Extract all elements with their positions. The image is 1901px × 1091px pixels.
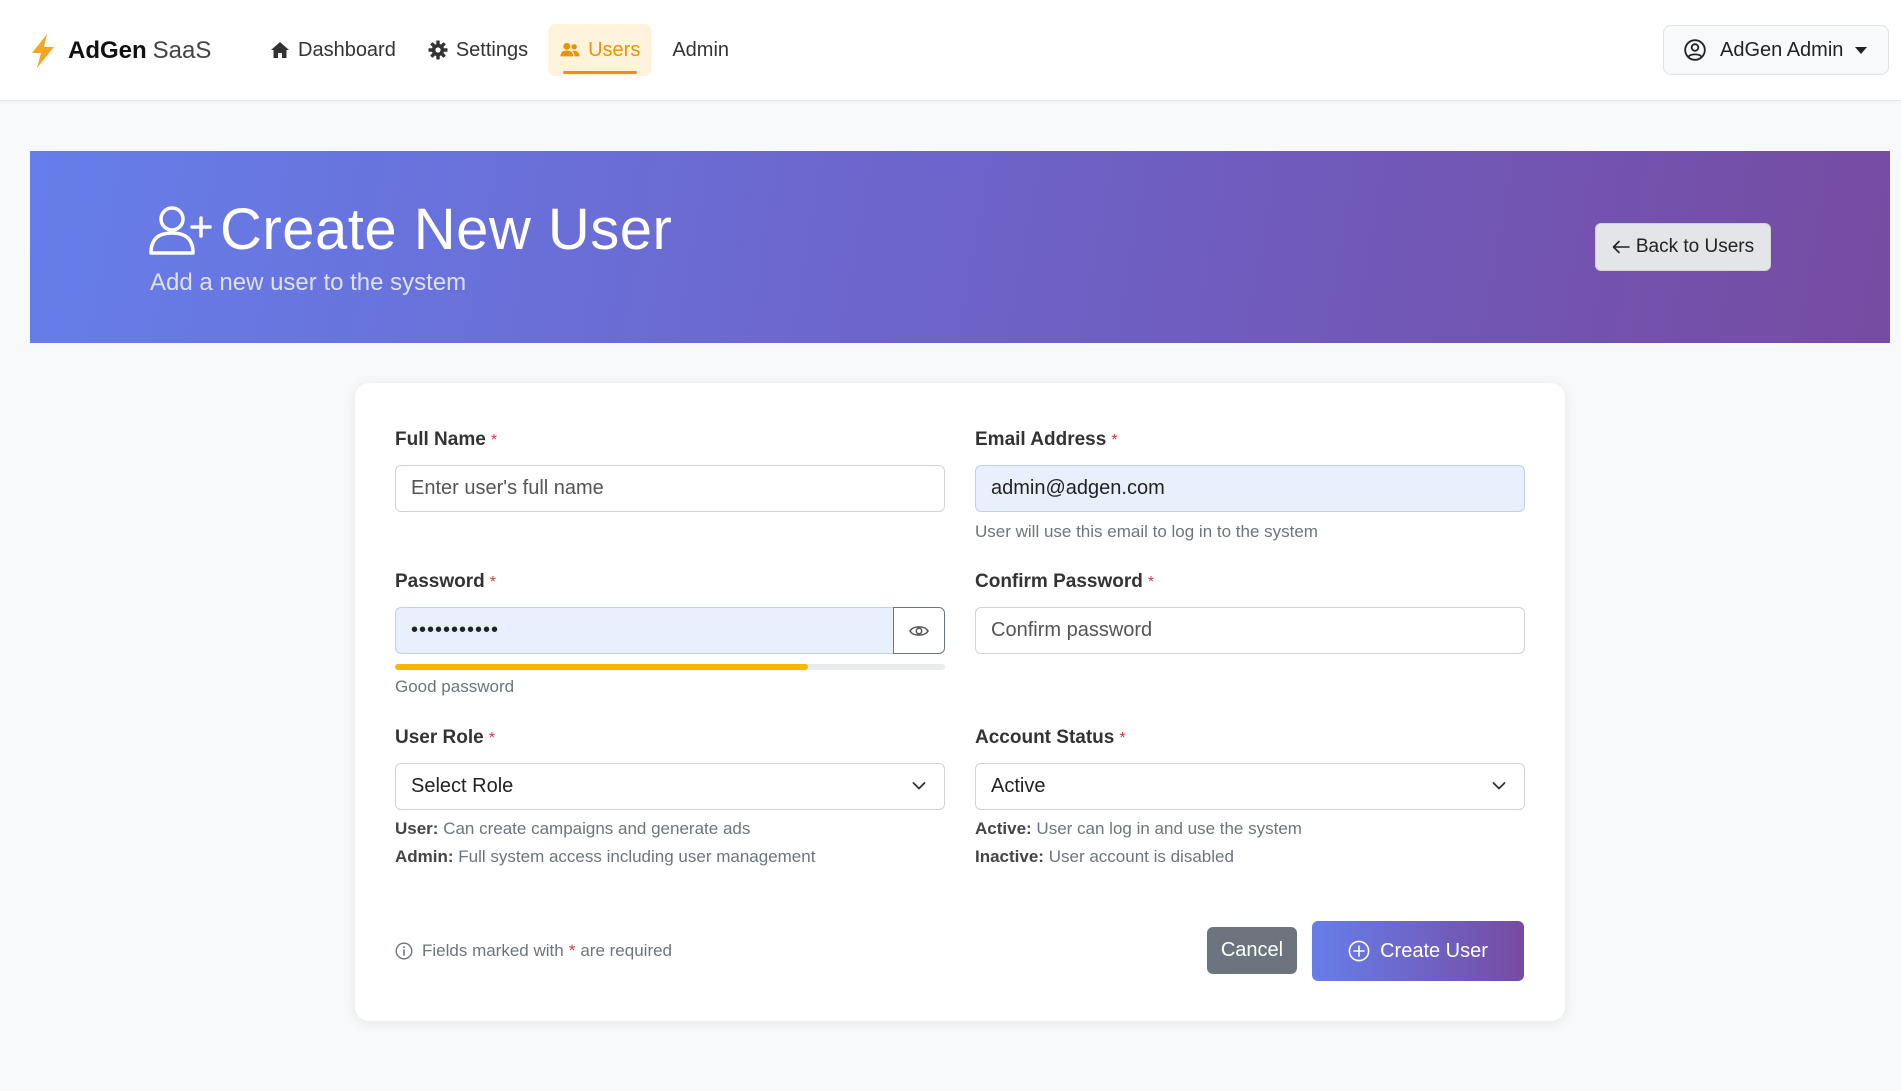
full-name-input[interactable]: Enter user's full name bbox=[395, 465, 945, 512]
email-label: Email Address bbox=[975, 429, 1107, 450]
create-user-button[interactable]: Create User bbox=[1312, 921, 1524, 981]
password-label-wrap: Password * bbox=[395, 571, 496, 593]
required-marker: * bbox=[568, 941, 576, 960]
nav-item-settings[interactable]: Settings bbox=[416, 24, 540, 76]
house-icon bbox=[271, 42, 289, 58]
help-desc: User account is disabled bbox=[1048, 847, 1234, 866]
plus-circle-icon bbox=[1348, 940, 1370, 962]
user-plus-icon bbox=[149, 205, 212, 255]
info-circle-icon bbox=[395, 942, 413, 960]
main-nav: Dashboard Settings Users Admin bbox=[258, 24, 749, 76]
role-select[interactable]: Select Role bbox=[395, 763, 945, 810]
required-marker: * bbox=[490, 432, 498, 449]
user-menu-label: AdGen Admin bbox=[1720, 38, 1844, 61]
arrow-left-icon bbox=[1612, 240, 1630, 254]
create-button-label: Create User bbox=[1380, 939, 1488, 962]
nav-label: Settings bbox=[455, 38, 529, 61]
status-help-active: Active: User can log in and use the syst… bbox=[975, 819, 1302, 839]
chevron-down-icon bbox=[1492, 782, 1506, 790]
role-label-wrap: User Role * bbox=[395, 727, 495, 749]
help-desc: Full system access including user manage… bbox=[458, 847, 816, 866]
create-user-form: Full Name * Enter user's full name Email … bbox=[355, 383, 1565, 1021]
status-select[interactable]: Active bbox=[975, 763, 1525, 810]
required-fields-note: Fields marked with * are required bbox=[395, 941, 672, 961]
nav-label: Dashboard bbox=[298, 38, 396, 61]
help-term: User: bbox=[395, 819, 439, 838]
required-marker: * bbox=[1111, 432, 1118, 449]
role-label: User Role bbox=[395, 727, 484, 748]
nav-item-users[interactable]: Users bbox=[548, 24, 653, 76]
help-term: Inactive: bbox=[975, 847, 1044, 866]
user-menu-dropdown[interactable]: AdGen Admin bbox=[1663, 25, 1889, 75]
email-help-text: User will use this email to log in to th… bbox=[975, 522, 1318, 541]
note-text-after: are required bbox=[580, 941, 673, 960]
full-name-label: Full Name bbox=[395, 429, 486, 450]
page-header: Create New User Add a new user to the sy… bbox=[30, 151, 1890, 343]
cancel-button[interactable]: Cancel bbox=[1207, 927, 1297, 974]
password-input[interactable]: ••••••••••• bbox=[395, 607, 894, 654]
email-label-wrap: Email Address * bbox=[975, 429, 1118, 451]
navbar: AdGen SaaS Dashboard Settings Users Admi… bbox=[0, 0, 1901, 101]
status-label-wrap: Account Status * bbox=[975, 727, 1126, 749]
password-strength-label: Good password bbox=[395, 677, 515, 696]
status-selected-value: Active bbox=[991, 775, 1046, 797]
nav-label: Admin bbox=[672, 38, 730, 61]
confirm-password-label-wrap: Confirm Password * bbox=[975, 571, 1154, 593]
nav-item-admin[interactable]: Admin bbox=[660, 24, 741, 76]
role-help-admin: Admin: Full system access including user… bbox=[395, 847, 815, 867]
confirm-password-input[interactable]: Confirm password bbox=[975, 607, 1525, 654]
toggle-password-visibility-button[interactable] bbox=[893, 607, 945, 654]
brand-name: AdGen bbox=[68, 37, 147, 64]
eye-icon bbox=[909, 625, 929, 636]
help-desc: User can log in and use the system bbox=[1036, 819, 1302, 838]
lightning-bolt-icon bbox=[32, 34, 54, 68]
password-strength-bar bbox=[395, 664, 945, 670]
confirm-password-label: Confirm Password bbox=[975, 571, 1143, 592]
password-strength-fill bbox=[395, 664, 808, 670]
page-title: Create New User bbox=[220, 197, 673, 262]
role-help-user: User: Can create campaigns and generate … bbox=[395, 819, 750, 839]
help-desc: Can create campaigns and generate ads bbox=[443, 819, 751, 838]
required-marker: * bbox=[489, 574, 496, 591]
back-to-users-button[interactable]: Back to Users bbox=[1595, 223, 1771, 271]
brand[interactable]: AdGen SaaS bbox=[30, 33, 211, 69]
help-term: Active: bbox=[975, 819, 1032, 838]
note-text-before: Fields marked with bbox=[422, 941, 564, 960]
password-label: Password bbox=[395, 571, 485, 592]
page-title-wrap: Create New User bbox=[148, 196, 672, 263]
required-marker: * bbox=[1147, 574, 1155, 591]
status-help-inactive: Inactive: User account is disabled bbox=[975, 847, 1234, 867]
users-icon bbox=[560, 42, 580, 57]
role-selected-value: Select Role bbox=[411, 775, 514, 797]
nav-item-dashboard[interactable]: Dashboard bbox=[258, 24, 408, 76]
page-subtitle: Add a new user to the system bbox=[150, 269, 467, 296]
email-input[interactable]: admin@adgen.com bbox=[975, 465, 1525, 512]
user-circle-icon bbox=[1684, 39, 1706, 61]
full-name-label-wrap: Full Name * bbox=[395, 429, 497, 451]
back-button-label: Back to Users bbox=[1635, 236, 1755, 257]
gear-icon bbox=[428, 40, 448, 60]
nav-label: Users bbox=[588, 38, 641, 61]
help-term: Admin: bbox=[395, 847, 454, 866]
required-marker: * bbox=[488, 730, 495, 747]
status-label: Account Status bbox=[975, 727, 1115, 748]
caret-down-icon bbox=[1855, 46, 1868, 54]
required-marker: * bbox=[1119, 730, 1126, 747]
brand-suffix: SaaS bbox=[152, 37, 212, 64]
chevron-down-icon bbox=[912, 782, 926, 790]
